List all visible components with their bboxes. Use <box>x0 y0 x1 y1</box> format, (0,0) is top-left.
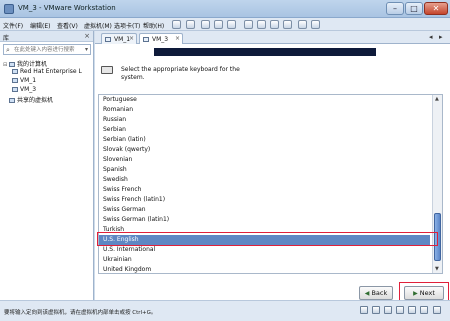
search-input[interactable] <box>14 46 80 54</box>
tree-my-computer[interactable]: ⊟ 我的计算机 <box>3 59 47 68</box>
vm-tab-icon <box>105 37 111 42</box>
vm-icon <box>12 69 18 74</box>
list-item[interactable]: Swedish <box>103 175 128 185</box>
library-title: 库 <box>3 35 10 42</box>
message-icon[interactable] <box>433 306 441 314</box>
menu-bar: 文件(F) 编辑(E) 查看(V) 虚拟机(M) 选项卡(T) 帮助(H) <box>0 18 450 31</box>
show-library-icon[interactable] <box>244 20 253 29</box>
library-panel: 库 × ⌕ ▾ ⊟我的计算机 Red Hat Enterprise L VM_1… <box>0 31 94 300</box>
hard-disk-icon[interactable] <box>360 306 368 314</box>
thumbnail-icon[interactable] <box>257 20 266 29</box>
console-view-icon[interactable] <box>298 20 307 29</box>
tab-close-icon[interactable]: × <box>129 35 134 42</box>
tree-item-rhel[interactable]: Red Hat Enterprise L <box>12 68 82 75</box>
list-item[interactable]: Swiss French <box>103 185 142 195</box>
sound-icon[interactable] <box>408 306 416 314</box>
next-button[interactable]: ▶ Next <box>404 286 444 300</box>
minimize-button[interactable]: – <box>386 2 404 15</box>
installer-banner <box>154 48 376 56</box>
tab-bar: VM_1 × VM_3 × ◂ ▸ <box>95 31 450 44</box>
network-icon[interactable] <box>384 306 392 314</box>
vm-tab-icon <box>143 37 149 42</box>
unity-icon[interactable] <box>283 20 292 29</box>
list-scrollbar[interactable]: ▲ ▼ <box>432 95 442 273</box>
menu-view[interactable]: 查看(V) <box>57 21 78 30</box>
list-item[interactable]: Swiss German (latin1) <box>103 215 169 225</box>
list-item[interactable]: Swiss German <box>103 205 146 215</box>
power-icon[interactable] <box>172 20 181 29</box>
tree-shared-vms[interactable]: 共享的虚拟机 <box>3 95 53 104</box>
tab-close-icon[interactable]: × <box>175 35 180 42</box>
computer-icon <box>9 62 15 67</box>
printer-icon[interactable] <box>420 306 428 314</box>
keyboard-icon <box>101 66 113 74</box>
list-item[interactable]: Russian <box>103 115 126 125</box>
tree-item-vm3[interactable]: VM_3 <box>12 86 36 93</box>
list-item[interactable]: Spanish <box>103 165 127 175</box>
next-arrow-icon: ▶ <box>413 290 418 297</box>
usb-icon[interactable] <box>396 306 404 314</box>
window-title: VM_3 - VMware Workstation <box>18 4 116 12</box>
snapshot-icon[interactable] <box>201 20 210 29</box>
back-arrow-icon: ◀ <box>364 290 370 297</box>
chevron-down-icon[interactable]: ▾ <box>85 46 88 53</box>
list-item[interactable]: Ukrainian <box>103 255 132 265</box>
maximize-button[interactable]: □ <box>405 2 423 15</box>
tab-label: VM_1 <box>114 36 131 43</box>
tree-item-label: VM_1 <box>20 77 37 84</box>
selection-highlight-annotation <box>97 232 438 246</box>
tree-my-computer-label: 我的计算机 <box>17 61 48 68</box>
tab-vm1[interactable]: VM_1 × <box>101 33 137 44</box>
menu-vm[interactable]: 虚拟机(M) <box>84 21 112 30</box>
library-search[interactable]: ⌕ ▾ <box>3 44 91 55</box>
tab-scroll-left-icon[interactable]: ◂ <box>429 33 433 41</box>
menu-edit[interactable]: 编辑(E) <box>30 21 50 30</box>
close-button[interactable]: ✕ <box>424 2 448 15</box>
scroll-down-icon[interactable]: ▼ <box>435 266 439 272</box>
list-item[interactable]: Romanian <box>103 105 133 115</box>
list-item[interactable]: United Kingdom <box>103 265 151 273</box>
tab-scroll-right-icon[interactable]: ▸ <box>439 33 443 41</box>
menu-tabs[interactable]: 选项卡(T) <box>114 21 140 30</box>
tree-item-vm1[interactable]: VM_1 <box>12 77 36 84</box>
menu-help[interactable]: 帮助(H) <box>143 21 164 30</box>
shared-vms-icon <box>9 98 15 103</box>
vm-running-icon <box>12 87 18 92</box>
snapshot-manager-icon[interactable] <box>227 20 236 29</box>
menu-file[interactable]: 文件(F) <box>3 21 23 30</box>
vmware-logo-icon <box>4 4 14 14</box>
list-item[interactable]: Swiss French (latin1) <box>103 195 165 205</box>
vm-console[interactable]: Select the appropriate keyboard for the … <box>95 44 450 304</box>
scroll-up-icon[interactable]: ▲ <box>435 96 439 102</box>
tree-item-label: Red Hat Enterprise L <box>20 68 82 75</box>
status-text: 要将输入定向到该虚拟机，请在虚拟机内部单击或按 Ctrl+G。 <box>4 310 157 316</box>
back-button-label: Back <box>371 289 388 297</box>
tree-shared-label: 共享的虚拟机 <box>17 97 54 104</box>
cd-drive-icon[interactable] <box>372 306 380 314</box>
title-bar: VM_3 - VMware Workstation – □ ✕ <box>0 0 450 18</box>
search-icon: ⌕ <box>6 46 10 54</box>
tree-item-label: VM_3 <box>20 86 37 93</box>
list-item[interactable]: Serbian <box>103 125 126 135</box>
stretch-icon[interactable] <box>311 20 320 29</box>
send-keys-icon[interactable] <box>186 20 195 29</box>
status-bar: 要将输入定向到该虚拟机，请在虚拟机内部单击或按 Ctrl+G。 <box>0 300 450 321</box>
back-button[interactable]: ◀ Back <box>359 286 393 300</box>
revert-snapshot-icon[interactable] <box>214 20 223 29</box>
tab-label: VM_3 <box>152 36 169 43</box>
tab-vm3[interactable]: VM_3 × <box>139 33 183 44</box>
list-item[interactable]: Slovak (qwerty) <box>103 145 150 155</box>
list-item[interactable]: Portuguese <box>103 95 137 105</box>
keyboard-list[interactable]: Portuguese Romanian Russian Serbian Serb… <box>98 94 443 274</box>
list-item[interactable]: Slovenian <box>103 155 132 165</box>
fullscreen-icon[interactable] <box>270 20 279 29</box>
list-item[interactable]: Serbian (latin) <box>103 135 146 145</box>
library-header: 库 × <box>0 31 93 42</box>
list-item[interactable]: U.S. International <box>103 245 155 255</box>
vm-icon <box>12 78 18 83</box>
library-close-icon[interactable]: × <box>84 32 90 40</box>
next-button-label: Next <box>419 289 435 297</box>
installer-instruction: Select the appropriate keyboard for the … <box>121 66 240 81</box>
